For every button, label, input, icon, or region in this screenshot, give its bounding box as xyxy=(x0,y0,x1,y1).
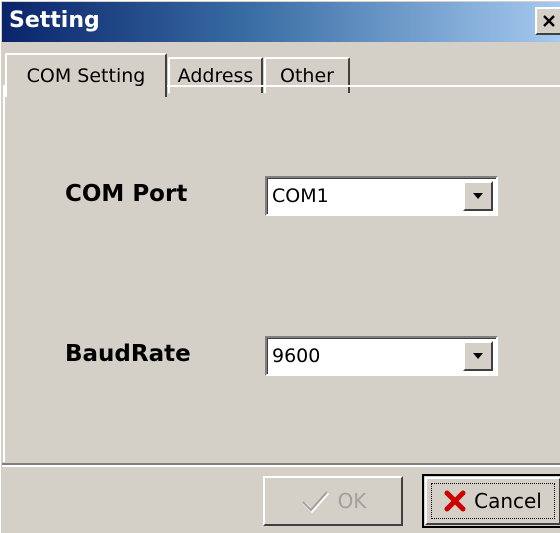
tab-com-setting-label: COM Setting xyxy=(26,65,146,87)
tab-com-setting[interactable]: COM Setting xyxy=(5,53,167,97)
close-icon xyxy=(543,15,555,27)
focus-rectangle xyxy=(431,483,555,519)
button-bar-divider xyxy=(2,463,560,467)
ok-button[interactable]: OK xyxy=(263,476,403,526)
cancel-button[interactable]: Cancel xyxy=(422,474,560,528)
tab-panel-com-setting xyxy=(3,85,560,462)
title-bar[interactable]: Setting xyxy=(2,2,560,42)
tab-other-label: Other xyxy=(280,65,334,87)
ok-button-label: OK xyxy=(337,489,367,513)
tab-address-label: Address xyxy=(177,65,254,87)
close-button[interactable] xyxy=(535,7,560,35)
settings-dialog: Setting COM Setting Address Other COM Po… xyxy=(0,0,560,533)
window-title: Setting xyxy=(9,8,100,33)
checkmark-icon xyxy=(300,489,330,513)
